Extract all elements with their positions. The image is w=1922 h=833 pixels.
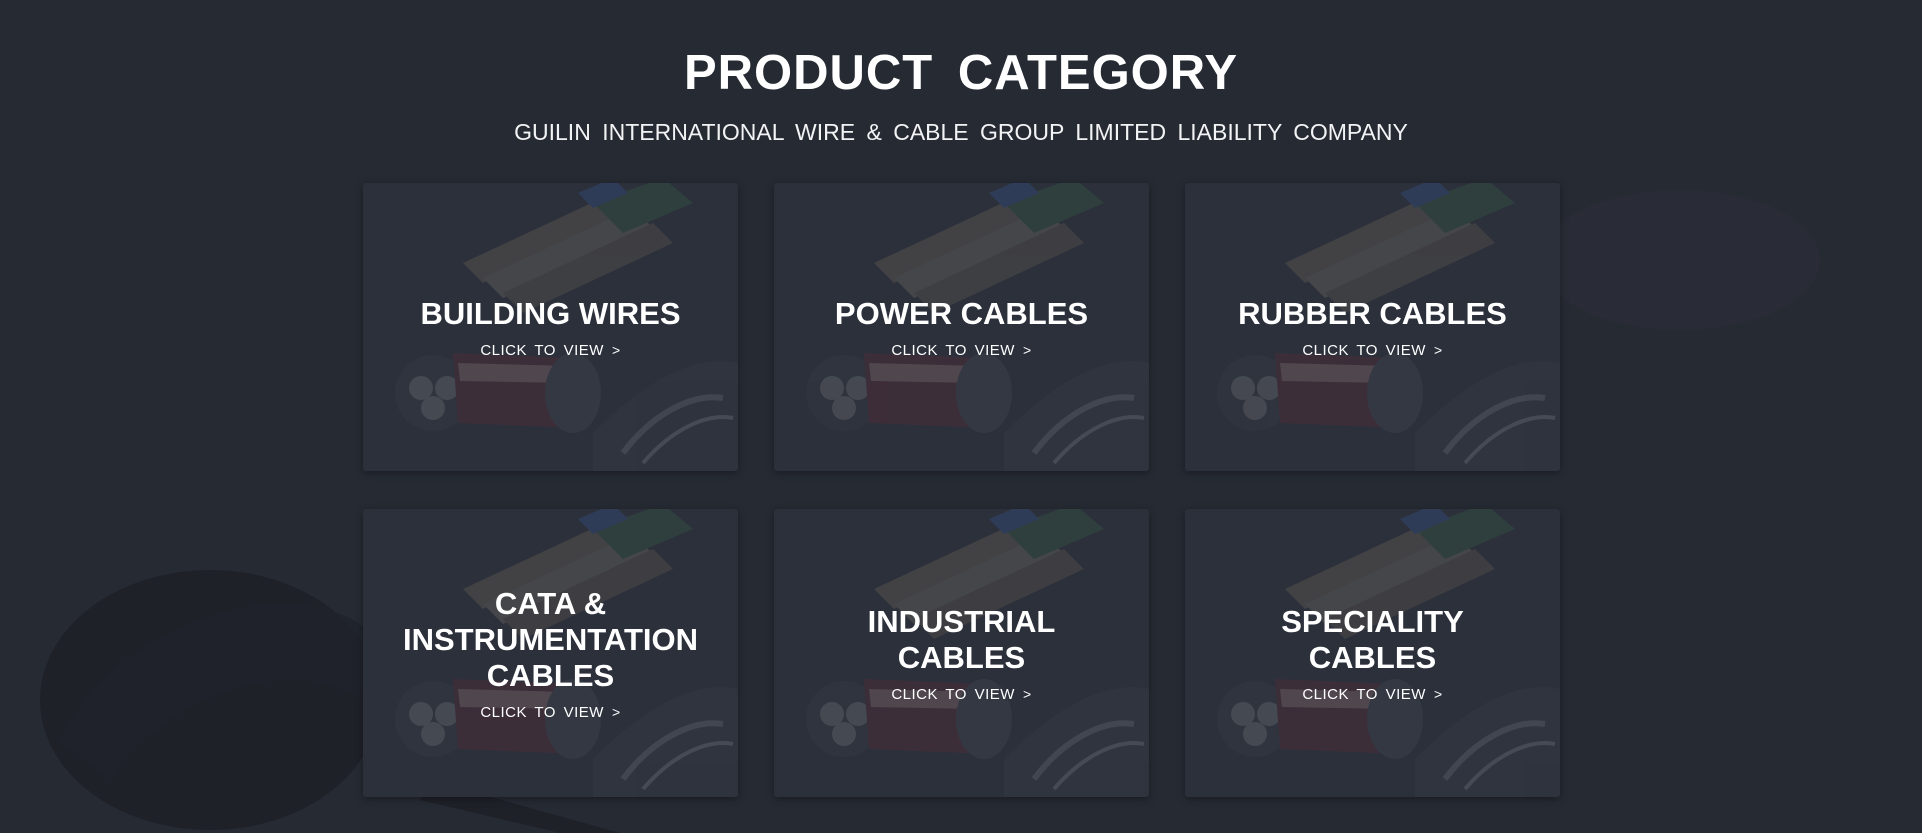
- category-card-industrial-cables[interactable]: INDUSTRIAL CABLES CLICK TO VIEW >: [774, 509, 1149, 797]
- company-subtitle: GUILIN INTERNATIONAL WIRE & CABLE GROUP …: [514, 119, 1408, 145]
- category-grid: BUILDING WIRES CLICK TO VIEW > POWER CAB…: [363, 183, 1560, 797]
- link-label: CLICK TO VIEW: [480, 703, 604, 721]
- category-card-building-wires[interactable]: BUILDING WIRES CLICK TO VIEW >: [363, 183, 738, 471]
- card-content: RUBBER CABLES CLICK TO VIEW >: [1185, 183, 1560, 471]
- chevron-right-icon: >: [1022, 342, 1032, 358]
- link-label: CLICK TO VIEW: [891, 685, 1015, 703]
- chevron-right-icon: >: [611, 704, 621, 720]
- category-card-speciality-cables[interactable]: SPECIALITY CABLES CLICK TO VIEW >: [1185, 509, 1560, 797]
- card-content: INDUSTRIAL CABLES CLICK TO VIEW >: [774, 509, 1149, 797]
- click-to-view-link[interactable]: CLICK TO VIEW >: [1302, 342, 1442, 359]
- click-to-view-link[interactable]: CLICK TO VIEW >: [891, 686, 1031, 703]
- click-to-view-link[interactable]: CLICK TO VIEW >: [480, 704, 620, 721]
- card-content: BUILDING WIRES CLICK TO VIEW >: [363, 183, 738, 471]
- link-label: CLICK TO VIEW: [1302, 341, 1426, 359]
- card-content: SPECIALITY CABLES CLICK TO VIEW >: [1185, 509, 1560, 797]
- chevron-right-icon: >: [1433, 342, 1443, 358]
- page-title: PRODUCT CATEGORY: [683, 46, 1239, 100]
- category-card-instrumentation-cables[interactable]: CATA & INSTRUMENTATION CABLES CLICK TO V…: [363, 509, 738, 797]
- card-content: POWER CABLES CLICK TO VIEW >: [774, 183, 1149, 471]
- category-title: RUBBER CABLES: [1238, 295, 1507, 331]
- click-to-view-link[interactable]: CLICK TO VIEW >: [891, 342, 1031, 359]
- category-card-rubber-cables[interactable]: RUBBER CABLES CLICK TO VIEW >: [1185, 183, 1560, 471]
- chevron-right-icon: >: [611, 342, 621, 358]
- card-content: CATA & INSTRUMENTATION CABLES CLICK TO V…: [363, 509, 738, 797]
- click-to-view-link[interactable]: CLICK TO VIEW >: [480, 342, 620, 359]
- category-title: BUILDING WIRES: [420, 295, 681, 331]
- category-title: CATA & INSTRUMENTATION CABLES: [402, 585, 699, 693]
- category-title: POWER CABLES: [834, 295, 1089, 331]
- click-to-view-link[interactable]: CLICK TO VIEW >: [1302, 686, 1442, 703]
- category-title: INDUSTRIAL CABLES: [867, 603, 1056, 675]
- link-label: CLICK TO VIEW: [480, 341, 604, 359]
- category-card-power-cables[interactable]: POWER CABLES CLICK TO VIEW >: [774, 183, 1149, 471]
- chevron-right-icon: >: [1433, 686, 1443, 702]
- category-title: SPECIALITY CABLES: [1281, 603, 1464, 675]
- link-label: CLICK TO VIEW: [1302, 685, 1426, 703]
- link-label: CLICK TO VIEW: [891, 341, 1015, 359]
- chevron-right-icon: >: [1022, 686, 1032, 702]
